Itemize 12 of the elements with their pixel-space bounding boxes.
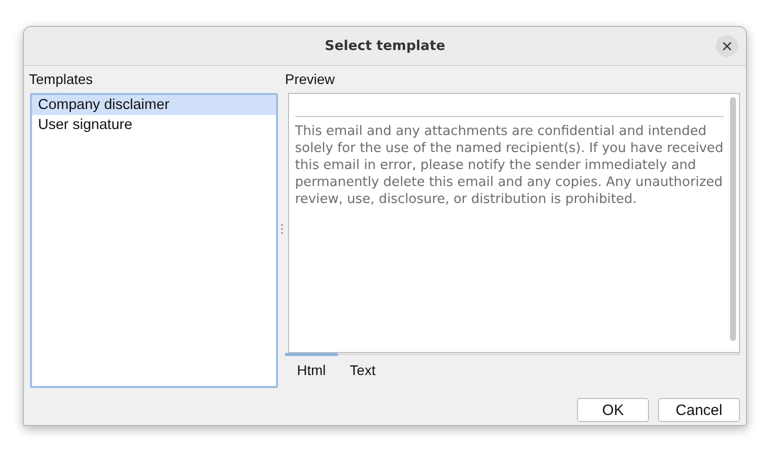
scrollbar-thumb[interactable] [730,97,736,341]
view-tab[interactable]: Html [285,353,338,382]
preview-label: Preview [285,70,336,89]
close-button[interactable]: × [716,35,738,57]
ok-button[interactable]: OK [577,398,649,422]
window-title: Select template [324,38,446,54]
view-tab[interactable]: Text [338,353,388,382]
template-item[interactable]: Company disclaimer [32,95,276,115]
template-item[interactable]: User signature [32,115,276,135]
preview-text: This email and any attachments are confidential and intended solely for the use of the named recipient(s). If you have received this email in error, please notify the sender immediately and permanently delete this email and any copies. Any unauthorized review, use, disclosure, or distribution is prohibited. [295,123,724,208]
cancel-button[interactable]: Cancel [658,398,740,422]
templates-label: Templates [29,70,94,89]
